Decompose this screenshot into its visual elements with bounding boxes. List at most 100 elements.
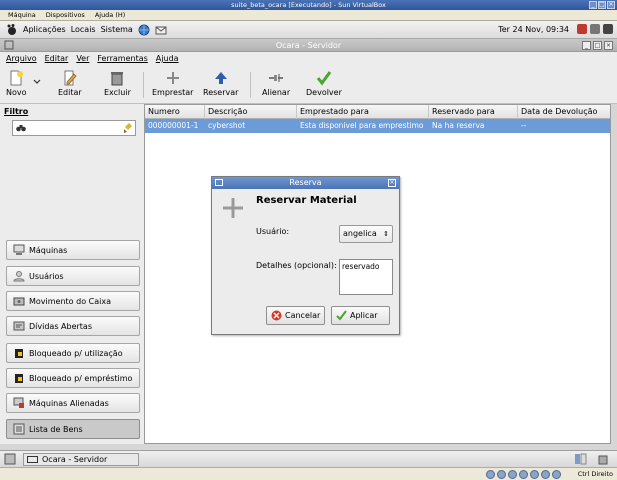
dialog-title-bar: Reserva ×	[212, 177, 399, 189]
taskbar-item[interactable]: Ocara - Servidor	[23, 453, 139, 466]
sidebar-item-label: Lista de Bens	[29, 424, 83, 434]
sidebar-item-dividas-abertas[interactable]: Dívidas Abertas	[6, 316, 140, 336]
sidebar: Filtro Máquinas Usuários Movimento do Ca…	[0, 104, 144, 444]
network-icon[interactable]	[519, 470, 528, 479]
novo-dropdown-button[interactable]	[33, 78, 41, 88]
vbox-title-bar: suite_beta_ocara [Executando] - Sun Virt…	[0, 0, 617, 10]
emprestar-button[interactable]: Emprestar	[152, 70, 193, 97]
filter-input[interactable]	[12, 120, 136, 136]
window-title-bar: Ocara - Servidor _ □ ×	[0, 39, 617, 52]
panel-menu-locais[interactable]: Locais	[71, 25, 96, 34]
window-close-button[interactable]: ×	[604, 41, 613, 50]
menu-ferramentas[interactable]: Ferramentas	[97, 52, 147, 66]
dialog-close-button[interactable]: ×	[388, 179, 396, 187]
user-select[interactable]: angelica ⇕	[339, 225, 393, 243]
gnome-bottom-panel: Ocara - Servidor	[0, 450, 617, 467]
column-header-emprestado-para[interactable]: Emprestado para	[297, 105, 429, 119]
host-key-label: Ctrl Direito	[577, 470, 613, 478]
devolver-button[interactable]: Devolver	[306, 70, 342, 97]
globe-icon[interactable]	[138, 24, 150, 36]
cash-icon	[13, 297, 25, 306]
binoculars-icon	[16, 125, 26, 132]
gnome-top-panel: Aplicações Locais Sistema Ter 24 Nov, 09…	[0, 21, 617, 39]
toolbar: Novo Editar Excluir Emprestar Reservar A…	[0, 66, 617, 104]
toolbar-separator	[250, 72, 251, 98]
alienar-button[interactable]: Alienar	[262, 70, 290, 97]
users-icon	[13, 271, 25, 282]
column-header-reservado-para[interactable]: Reservado para	[429, 105, 518, 119]
excluir-button[interactable]: Excluir	[104, 70, 131, 97]
vbox-menu-ajuda[interactable]: Ajuda (H)	[95, 10, 126, 20]
sidebar-item-label: Máquinas	[29, 245, 68, 255]
dialog-menu-icon[interactable]	[215, 179, 223, 186]
sidebar-item-bloqueado-emprestimo[interactable]: Bloqueado p/ empréstimo	[6, 368, 140, 388]
show-desktop-icon[interactable]	[4, 453, 16, 465]
plus-icon	[166, 72, 179, 84]
filter-label: Filtro	[4, 107, 29, 116]
editar-button[interactable]: Editar	[58, 70, 82, 97]
new-document-icon	[10, 70, 24, 86]
sidebar-item-label: Movimento do Caixa	[29, 296, 111, 306]
vbox-menu-dispositivos[interactable]: Dispositivos	[46, 10, 85, 20]
vbox-minimize-button[interactable]: _	[589, 1, 597, 9]
column-header-descricao[interactable]: Descrição	[205, 105, 297, 119]
sidebar-item-maquinas-alienadas[interactable]: Máquinas Alienadas	[6, 393, 140, 413]
power-icon[interactable]	[603, 24, 613, 34]
cdrom-icon[interactable]	[497, 470, 506, 479]
menu-arquivo[interactable]: Arquivo	[6, 52, 37, 66]
usb-icon[interactable]	[530, 470, 539, 479]
window-minimize-button[interactable]: _	[582, 41, 591, 50]
network-icon[interactable]	[577, 24, 587, 34]
details-label: Detalhes (opcional):	[256, 261, 337, 270]
mouse-integration-icon[interactable]	[552, 470, 561, 479]
vbox-maximize-button[interactable]: □	[598, 1, 606, 9]
column-header-data-devolucao[interactable]: Data de Devolução	[518, 105, 610, 119]
sidebar-item-movimento-do-caixa[interactable]: Movimento do Caixa	[6, 291, 140, 311]
computer-icon	[13, 244, 25, 255]
panel-clock[interactable]: Ter 24 Nov, 09:34	[498, 25, 569, 34]
hdd-icon[interactable]	[486, 470, 495, 479]
menu-editar[interactable]: Editar	[45, 52, 69, 66]
volume-icon[interactable]	[590, 24, 600, 34]
menu-ajuda[interactable]: Ajuda	[156, 52, 179, 66]
clear-brush-icon[interactable]	[123, 123, 132, 133]
window-maximize-button[interactable]: □	[593, 41, 602, 50]
floppy-icon[interactable]	[508, 470, 517, 479]
window-menu-icon[interactable]	[4, 40, 14, 50]
trash-icon[interactable]	[597, 453, 609, 465]
table-header: Numero Descrição Emprestado para Reserva…	[145, 105, 610, 119]
vbox-menu-maquina[interactable]: Máquina	[8, 10, 36, 20]
debts-icon	[13, 321, 25, 331]
vbox-status-bar: Ctrl Direito	[0, 467, 617, 480]
checkmark-icon	[316, 71, 332, 86]
sidebar-item-usuarios[interactable]: Usuários	[6, 266, 140, 286]
menu-ver[interactable]: Ver	[76, 52, 89, 66]
dialog-title: Reserva	[289, 178, 322, 187]
table-cell: cybershot	[208, 121, 246, 130]
vbox-close-button[interactable]: ×	[607, 1, 615, 9]
table-row[interactable]: 000000001-1 cybershot Esta disponivel pa…	[145, 119, 610, 133]
checkmark-icon	[336, 310, 347, 321]
column-header-numero[interactable]: Numero	[145, 105, 205, 119]
vertical-scrollbar[interactable]	[611, 104, 617, 444]
table-cell: --	[521, 121, 527, 130]
panel-menu-sistema[interactable]: Sistema	[101, 25, 133, 34]
cancel-icon	[271, 310, 282, 321]
vbox-menu-bar: Máquina Dispositivos Ajuda (H)	[0, 10, 617, 21]
cancel-button[interactable]: Cancelar	[266, 306, 325, 325]
apply-button[interactable]: Aplicar	[331, 306, 390, 325]
shared-folder-icon[interactable]	[541, 470, 550, 479]
chevron-updown-icon: ⇕	[383, 230, 389, 238]
sidebar-item-maquinas[interactable]: Máquinas	[6, 240, 140, 260]
details-textarea[interactable]: reservado	[339, 259, 393, 295]
dialog-heading: Reservar Material	[256, 195, 357, 206]
gnome-foot-icon	[7, 23, 16, 35]
novo-button[interactable]: Novo	[6, 70, 27, 97]
mail-icon[interactable]	[155, 24, 167, 36]
sidebar-item-bloqueado-utilizacao[interactable]: Bloqueado p/ utilização	[6, 343, 140, 363]
table-cell: Esta disponivel para emprestimo	[300, 121, 424, 130]
sidebar-item-lista-de-bens[interactable]: Lista de Bens	[6, 419, 140, 439]
workspace-switcher-icon[interactable]	[575, 453, 587, 465]
reservar-button[interactable]: Reservar	[203, 70, 238, 97]
panel-menu-aplicacoes[interactable]: Aplicações	[23, 25, 66, 34]
